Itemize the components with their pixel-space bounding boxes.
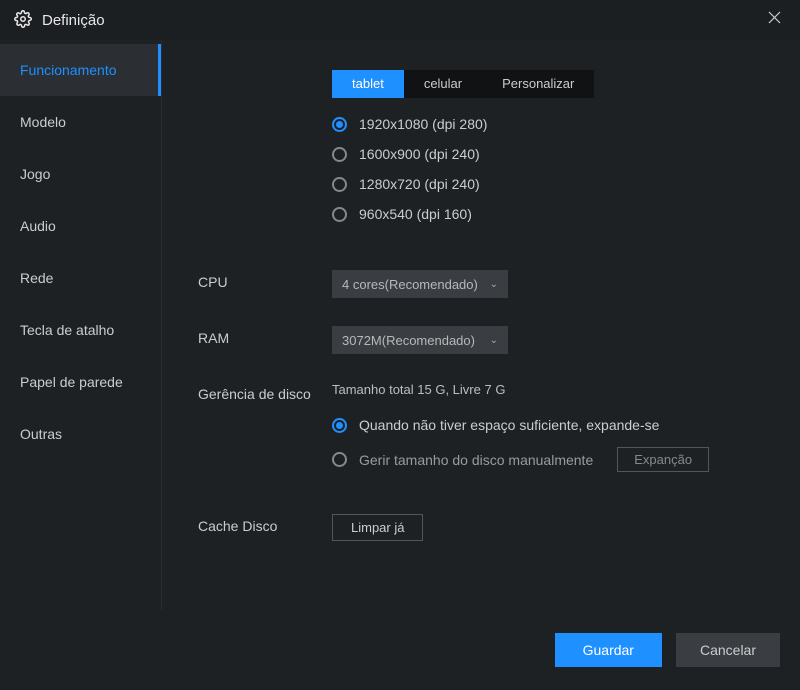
ram-select-value: 3072M(Recomendado): [342, 333, 475, 348]
resolution-label: 1600x900 (dpi 240): [359, 146, 480, 162]
sidebar-item-label: Outras: [20, 426, 62, 442]
resolution-list: 1920x1080 (dpi 280) 1600x900 (dpi 240) 1…: [332, 116, 764, 222]
display-mode-body: tablet celular Personalizar 1920x1080 (d…: [332, 70, 764, 236]
cancel-button[interactable]: Cancelar: [676, 633, 780, 667]
window-title: Definição: [42, 12, 105, 29]
cpu-body: 4 cores(Recomendado) ⌄: [332, 270, 764, 298]
seg-celular[interactable]: celular: [404, 70, 482, 98]
disk-label: Gerência de disco: [198, 382, 332, 402]
resolution-option[interactable]: 960x540 (dpi 160): [332, 206, 764, 222]
sidebar-item-outras[interactable]: Outras: [0, 408, 161, 460]
cache-row: Cache Disco Limpar já: [198, 514, 764, 541]
close-icon[interactable]: [762, 11, 786, 29]
chevron-down-icon: ⌄: [490, 279, 498, 290]
disk-option-manual[interactable]: Gerir tamanho do disco manualmente: [332, 452, 593, 468]
cpu-select-value: 4 cores(Recomendado): [342, 277, 478, 292]
sidebar-item-modelo[interactable]: Modelo: [0, 96, 161, 148]
disk-option-label: Gerir tamanho do disco manualmente: [359, 452, 593, 468]
sidebar-item-label: Rede: [20, 270, 53, 286]
titlebar: Definição: [0, 0, 800, 40]
radio-icon: [332, 207, 347, 222]
sidebar-item-tecla-atalho[interactable]: Tecla de atalho: [0, 304, 161, 356]
ram-select[interactable]: 3072M(Recomendado) ⌄: [332, 326, 508, 354]
disk-option-label: Quando não tiver espaço suficiente, expa…: [359, 417, 659, 433]
expand-button[interactable]: Expanção: [617, 447, 709, 472]
ram-body: 3072M(Recomendado) ⌄: [332, 326, 764, 354]
disk-body: Tamanho total 15 G, Livre 7 G Quando não…: [332, 382, 764, 486]
sidebar-item-funcionamento[interactable]: Funcionamento: [0, 44, 161, 96]
sidebar-item-jogo[interactable]: Jogo: [0, 148, 161, 200]
ram-row: RAM 3072M(Recomendado) ⌄: [198, 326, 764, 354]
body: Funcionamento Modelo Jogo Audio Rede Tec…: [0, 40, 800, 610]
cpu-select[interactable]: 4 cores(Recomendado) ⌄: [332, 270, 508, 298]
display-mode-row: tablet celular Personalizar 1920x1080 (d…: [198, 70, 764, 236]
footer: Guardar Cancelar: [0, 610, 800, 690]
titlebar-left: Definição: [14, 10, 105, 31]
sidebar-item-audio[interactable]: Audio: [0, 200, 161, 252]
seg-personalizar[interactable]: Personalizar: [482, 70, 594, 98]
cpu-row: CPU 4 cores(Recomendado) ⌄: [198, 270, 764, 298]
sidebar-item-label: Tecla de atalho: [20, 322, 114, 338]
sidebar-item-rede[interactable]: Rede: [0, 252, 161, 304]
sidebar-item-label: Modelo: [20, 114, 66, 130]
resolution-option[interactable]: 1600x900 (dpi 240): [332, 146, 764, 162]
sidebar-item-label: Audio: [20, 218, 56, 234]
radio-icon: [332, 418, 347, 433]
sidebar-item-label: Funcionamento: [20, 62, 117, 78]
resolution-label: 960x540 (dpi 160): [359, 206, 472, 222]
disk-info-text: Tamanho total 15 G, Livre 7 G: [332, 382, 764, 397]
save-button[interactable]: Guardar: [555, 633, 662, 667]
resolution-label: 1920x1080 (dpi 280): [359, 116, 487, 132]
cache-body: Limpar já: [332, 514, 764, 541]
radio-icon: [332, 452, 347, 467]
ram-label: RAM: [198, 326, 332, 346]
gear-icon: [14, 10, 32, 31]
seg-tablet[interactable]: tablet: [332, 70, 404, 98]
sidebar-item-label: Papel de parede: [20, 374, 123, 390]
sidebar-item-papel-parede[interactable]: Papel de parede: [0, 356, 161, 408]
disk-row: Gerência de disco Tamanho total 15 G, Li…: [198, 382, 764, 486]
clear-cache-button[interactable]: Limpar já: [332, 514, 423, 541]
radio-icon: [332, 177, 347, 192]
disk-option-manual-row: Gerir tamanho do disco manualmente Expan…: [332, 447, 764, 472]
resolution-label: 1280x720 (dpi 240): [359, 176, 480, 192]
sidebar: Funcionamento Modelo Jogo Audio Rede Tec…: [0, 40, 162, 610]
radio-icon: [332, 147, 347, 162]
content-panel: tablet celular Personalizar 1920x1080 (d…: [162, 40, 800, 610]
radio-icon: [332, 117, 347, 132]
cache-label: Cache Disco: [198, 514, 332, 534]
chevron-down-icon: ⌄: [490, 335, 498, 346]
sidebar-item-label: Jogo: [20, 166, 50, 182]
resolution-option[interactable]: 1920x1080 (dpi 280): [332, 116, 764, 132]
disk-option-auto[interactable]: Quando não tiver espaço suficiente, expa…: [332, 417, 764, 433]
cpu-label: CPU: [198, 270, 332, 290]
display-mode-label: [198, 70, 332, 74]
resolution-option[interactable]: 1280x720 (dpi 240): [332, 176, 764, 192]
display-mode-segmented: tablet celular Personalizar: [332, 70, 594, 98]
